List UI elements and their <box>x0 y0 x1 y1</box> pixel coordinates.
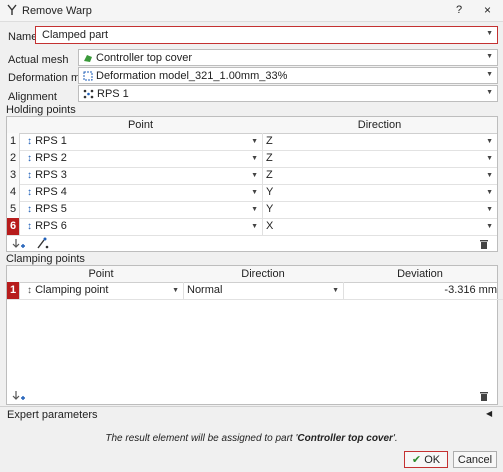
table-row-direction[interactable]: Z ▼ <box>262 133 497 151</box>
chevron-down-icon[interactable]: ▼ <box>486 167 493 184</box>
direction-value: Z <box>266 135 273 147</box>
deformation-model-select[interactable]: Deformation model_321_1.00mm_33% ▼ <box>78 67 498 84</box>
name-value: Clamped part <box>42 29 109 41</box>
table-row-direction[interactable]: X ▼ <box>262 218 497 236</box>
table-row-point[interactable]: ↕ RPS 5 ▼ <box>19 201 263 219</box>
table-row-point[interactable]: ↕ RPS 4 ▼ <box>19 184 263 202</box>
clamping-points-table: Point Direction Deviation 1 ↕ Clamping p… <box>6 265 503 405</box>
warp-icon <box>7 4 17 19</box>
chevron-down-icon[interactable]: ▼ <box>251 184 258 201</box>
point-value: RPS 1 <box>35 135 67 147</box>
chevron-down-icon[interactable]: ▼ <box>486 89 493 96</box>
result-assignment-message: The result element will be assigned to p… <box>0 433 503 444</box>
alignment-select[interactable]: RPS 1 ▼ <box>78 85 498 102</box>
pick-point-icon[interactable] <box>36 237 50 253</box>
point-value: RPS 3 <box>35 169 67 181</box>
collapse-arrow-icon[interactable]: ◀ <box>486 409 492 418</box>
chevron-down-icon[interactable]: ▼ <box>486 184 493 201</box>
point-value: RPS 2 <box>35 152 67 164</box>
chevron-down-icon[interactable]: ▼ <box>172 282 179 299</box>
clamping-points-title: Clamping points <box>6 253 85 265</box>
actual-mesh-select[interactable]: Controller top cover ▼ <box>78 49 498 66</box>
point-value: RPS 5 <box>35 203 67 215</box>
point-icon: ↕ <box>27 136 32 147</box>
table-row-direction[interactable]: Normal ▼ <box>183 282 344 300</box>
chevron-down-icon[interactable]: ▼ <box>486 218 493 235</box>
chevron-down-icon[interactable]: ▼ <box>251 167 258 184</box>
chevron-down-icon[interactable]: ▼ <box>486 71 493 78</box>
chevron-down-icon[interactable]: ▼ <box>251 150 258 167</box>
table-row-direction[interactable]: Y ▼ <box>262 184 497 202</box>
point-value: Clamping point <box>35 284 109 296</box>
table-row-point[interactable]: ↕ RPS 6 ▼ <box>19 218 263 236</box>
ok-label: OK <box>424 454 441 466</box>
name-label: Name <box>8 31 38 43</box>
alignment-icon <box>83 89 94 102</box>
trash-icon[interactable] <box>479 238 489 253</box>
chevron-down-icon[interactable]: ▼ <box>251 133 258 150</box>
actual-mesh-value: Controller top cover <box>96 52 192 64</box>
point-column-header[interactable]: Point <box>19 117 263 134</box>
holding-points-table: Point Direction 1 ↕ RPS 1 ▼ Z ▼ 2 ↕ RPS 2 ▼… <box>6 116 498 252</box>
cancel-button[interactable]: Cancel <box>453 451 497 468</box>
point-icon: ↕ <box>27 285 32 296</box>
alignment-label: Alignment <box>8 91 57 103</box>
table-row-point[interactable]: ↕ RPS 2 ▼ <box>19 150 263 168</box>
point-column-header[interactable]: Point <box>19 266 184 283</box>
deformation-model-value: Deformation model_321_1.00mm_33% <box>96 70 288 82</box>
name-field[interactable]: Clamped part ▼ <box>35 26 498 44</box>
point-value: RPS 6 <box>35 220 67 232</box>
table-row-point[interactable]: ↕ RPS 3 ▼ <box>19 167 263 185</box>
point-icon: ↕ <box>27 204 32 215</box>
chevron-down-icon[interactable]: ▼ <box>486 53 493 60</box>
table-row-direction[interactable]: Y ▼ <box>262 201 497 219</box>
chevron-down-icon[interactable]: ▼ <box>486 133 493 150</box>
direction-column-header[interactable]: Direction <box>183 266 344 283</box>
expert-parameters-section[interactable]: Expert parameters ◀ <box>0 406 503 421</box>
deformation-icon <box>83 71 93 84</box>
direction-value: Y <box>266 186 274 198</box>
close-button[interactable]: × <box>484 3 491 17</box>
point-icon: ↕ <box>27 170 32 181</box>
deviation-column-header[interactable]: Deviation <box>343 266 497 283</box>
direction-value: X <box>266 220 274 232</box>
chevron-down-icon[interactable]: ▼ <box>486 201 493 218</box>
direction-value: Z <box>266 169 273 181</box>
table-row-deviation[interactable]: -3.316 mm <box>343 282 503 300</box>
actual-mesh-label: Actual mesh <box>8 54 69 66</box>
direction-value: Z <box>266 152 273 164</box>
point-icon: ↕ <box>27 153 32 164</box>
ok-button[interactable]: ✔ OK <box>404 451 448 468</box>
message-prefix: The result element will be assigned to p… <box>105 433 298 444</box>
direction-value: Normal <box>187 284 223 296</box>
chevron-down-icon[interactable]: ▼ <box>251 218 258 235</box>
point-icon: ↕ <box>27 187 32 198</box>
help-button[interactable]: ? <box>456 4 462 16</box>
title-bar: Remove Warp ? × <box>0 0 503 22</box>
table-row-direction[interactable]: Z ▼ <box>262 150 497 168</box>
trash-icon[interactable] <box>479 390 489 405</box>
message-part-name: Controller top cover <box>297 433 393 444</box>
chevron-down-icon[interactable]: ▼ <box>486 150 493 167</box>
add-point-icon[interactable] <box>12 390 26 405</box>
window-title: Remove Warp <box>22 5 92 17</box>
point-icon: ↕ <box>27 221 32 232</box>
message-suffix: '. <box>392 433 398 444</box>
direction-column-header[interactable]: Direction <box>262 117 497 134</box>
alignment-value: RPS 1 <box>97 88 129 100</box>
holding-points-title: Holding points <box>6 104 76 116</box>
check-icon: ✔ <box>411 454 422 466</box>
table-row-direction[interactable]: Z ▼ <box>262 167 497 185</box>
chevron-down-icon[interactable]: ▼ <box>251 201 258 218</box>
chevron-down-icon[interactable]: ▼ <box>332 282 339 299</box>
chevron-down-icon[interactable]: ▼ <box>486 30 493 37</box>
mesh-icon <box>83 53 93 66</box>
expert-parameters-label: Expert parameters <box>7 409 98 421</box>
point-value: RPS 4 <box>35 186 67 198</box>
direction-value: Y <box>266 203 274 215</box>
table-row-point[interactable]: ↕ RPS 1 ▼ <box>19 133 263 151</box>
table-row-point[interactable]: ↕ Clamping point ▼ <box>19 282 184 300</box>
add-point-icon[interactable] <box>12 238 26 253</box>
